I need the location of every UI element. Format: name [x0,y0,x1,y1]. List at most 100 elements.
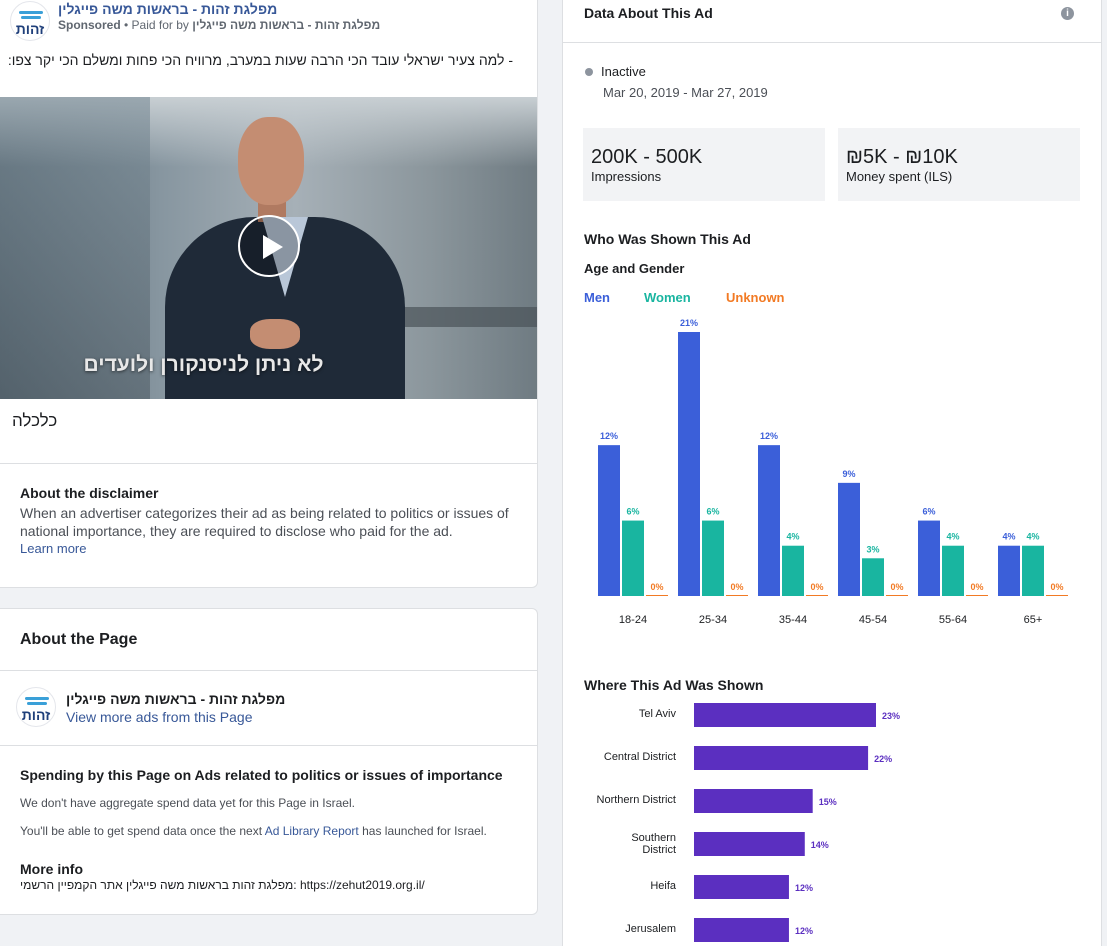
data-label: 4% [946,532,959,542]
data-label: 12% [795,926,813,936]
payer-name: מפלגת זהות - בראשות משה פייגלין [192,18,381,32]
bar-women-45-54 [862,558,884,596]
video-caption: לא ניתן לניסנקורן ולועדים [83,353,324,376]
legend-women: Women [644,290,691,305]
region-bar-tel-aviv [694,703,876,727]
data-label: 14% [811,840,829,850]
data-label: 3% [866,544,879,554]
bar-women-35-44 [782,545,804,596]
divider [563,42,1101,43]
more-info-title: More info [20,861,83,877]
bar-unknown-45-54 [886,595,908,596]
page-logo[interactable]: זהות [10,1,50,41]
tick-label: Tel Aviv [639,708,677,720]
impressions-box: 200K - 500K Impressions [583,128,825,201]
bar-women-25-34 [702,520,724,596]
sponsored-label: Sponsored [58,18,121,32]
sponsor-line: Sponsored • Paid for by מפלגת זהות - ברא… [58,18,380,32]
region-bar-central-district [694,746,869,770]
data-label: 4% [786,532,799,542]
page-name[interactable]: מפלגת זהות - בראשות משה פייגלין [66,691,285,707]
data-about-title: Data About This Ad [584,5,713,21]
page-name-link[interactable]: מפלגת זהות - בראשות משה פייגלין [58,1,277,17]
age-gender-chart: 12% 6% 0% 18-24 21% 6% 0% 25-34 12% 4% 0% 35-44 9% 3%… [598,318,1068,626]
tick-label: Northern District [597,794,676,806]
data-label: 0% [810,582,823,592]
data-label: 4% [1002,532,1015,542]
data-label: 0% [650,582,663,592]
bar-women-18-24 [622,520,644,596]
impressions-label: Impressions [591,169,662,184]
tick-label: Jerusalem [625,923,676,935]
region-bar-jerusalem [694,918,789,942]
bar-women-55-64 [942,545,964,596]
tick-label: Central District [604,751,676,763]
bar-unknown-25-34 [726,595,748,596]
data-label: 22% [874,754,892,764]
divider [0,745,537,746]
data-label: 23% [882,711,900,721]
about-page-title: About the Page [20,631,138,648]
data-label: 9% [842,469,855,479]
bar-men-25-34 [678,332,700,596]
spending-report-note: You'll be able to get spend data once th… [20,824,487,838]
play-icon[interactable] [238,215,300,277]
tick-label: 45-54 [859,614,887,626]
tick-label: 35-44 [779,614,807,626]
divider [0,670,537,671]
money-spent-value: ₪5K - ₪10K [846,146,958,168]
data-label: 6% [626,507,639,517]
view-more-ads-link[interactable]: View more ads from this Page [66,709,253,725]
learn-more-link[interactable]: Learn more [20,541,86,556]
ad-header: זהות מפלגת זהות - בראשות משה פייגלין Spo… [10,1,530,41]
money-spent-box: ₪5K - ₪10K Money spent (ILS) [838,128,1080,201]
data-about-ad-panel: Data About This Ad i Inactive Mar 20, 20… [562,0,1102,946]
who-was-shown-title: Who Was Shown This Ad [584,231,751,247]
data-label: 6% [706,507,719,517]
bar-men-55-64 [918,520,940,596]
divider [0,463,537,464]
disclaimer-title: About the disclaimer [20,485,159,501]
data-label: 4% [1026,532,1039,542]
bar-women-65+ [1022,545,1044,596]
bar-unknown-65+ [1046,595,1068,596]
data-label: 0% [890,582,903,592]
bar-men-18-24 [598,445,620,596]
paid-for-by-label: • Paid for by [124,18,189,32]
ad-category: כלכלה [12,411,58,430]
region-bar-southern-district [694,832,805,856]
ad-body-text: - למה צעיר ישראלי עובד הכי הרבה שעות במע… [7,52,513,68]
bar-unknown-55-64 [966,595,988,596]
info-icon[interactable]: i [1061,7,1074,20]
spending-title: Spending by this Page on Ads related to … [20,767,503,783]
money-spent-label: Money spent (ILS) [846,169,953,184]
data-label: 0% [1050,582,1063,592]
impressions-value: 200K - 500K [591,146,703,168]
disclaimer-body: When an advertiser categorizes their ad … [20,505,509,539]
page-logo[interactable]: זהות [16,687,56,727]
bar-unknown-35-44 [806,595,828,596]
bar-men-65+ [998,545,1020,596]
where-shown-title: Where This Ad Was Shown [584,677,764,693]
bar-men-45-54 [838,482,860,596]
data-label: 12% [760,431,778,441]
legend-unknown: Unknown [726,290,785,305]
age-gender-title: Age and Gender [584,261,685,276]
more-info-text: מפלגת זהות בראשות משה פייגלין אתר הקמפיי… [20,878,425,892]
tick-label: Heifa [650,880,677,892]
tick-label: 18-24 [619,614,647,626]
ad-video[interactable]: לא ניתן לניסנקורן ולועדים [0,97,537,399]
bar-unknown-18-24 [646,595,668,596]
region-chart: Tel Aviv 23% Central District 22% Northern D… [597,703,900,942]
data-label: 15% [819,797,837,807]
ad-card: זהות מפלגת זהות - בראשות משה פייגלין Spo… [0,0,538,588]
data-label: 0% [970,582,983,592]
ad-library-report-link[interactable]: Ad Library Report [265,824,359,838]
status-text: Inactive [601,64,646,79]
data-label: 0% [730,582,743,592]
region-bar-northern-district [694,789,813,813]
tick-label: Southern [631,832,676,844]
tick-label: District [642,844,676,856]
tick-label: 25-34 [699,614,727,626]
date-range: Mar 20, 2019 - Mar 27, 2019 [603,85,768,100]
